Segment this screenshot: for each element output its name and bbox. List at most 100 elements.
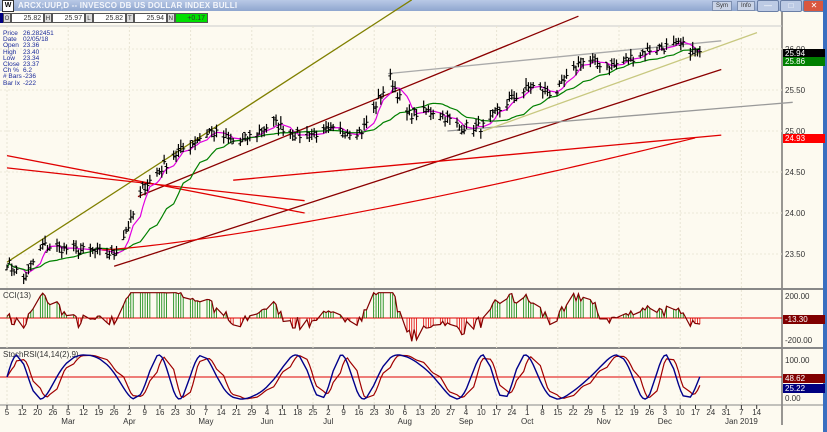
stochrsi-tick-label: 0.00 [785, 394, 801, 403]
price-bar [574, 65, 579, 76]
price-bar [47, 243, 52, 251]
price-bar [640, 49, 645, 56]
month-label: Jun [261, 417, 274, 426]
month-label: Aug [398, 417, 412, 426]
price-tick-label: 24.00 [785, 209, 806, 218]
month-label: Jul [323, 417, 333, 426]
date-tick-label: 12 [18, 408, 27, 417]
date-tick-label: 2 [127, 408, 132, 417]
date-tick-label: 19 [630, 408, 639, 417]
trendline [233, 134, 722, 181]
price-bar [388, 68, 393, 81]
date-tick-label: 23 [370, 408, 379, 417]
cci-tick-label: 200.00 [785, 292, 810, 301]
price-bar [593, 54, 598, 65]
date-tick-label: 26 [48, 408, 57, 417]
month-label: Apr [123, 417, 136, 426]
price-bar [671, 35, 676, 46]
date-tick-label: 29 [247, 408, 256, 417]
price-bar [121, 230, 126, 241]
date-tick-label: 31 [722, 408, 731, 417]
price-bar [440, 110, 445, 120]
price-bar [64, 244, 69, 255]
date-tick-label: 4 [265, 408, 270, 417]
info-box: Price 26.282451 Date 02/05/18 Open 23.36 High 2… [3, 30, 54, 87]
date-tick-label: 21 [232, 408, 241, 417]
date-tick-label: 10 [676, 408, 685, 417]
price-bar [409, 113, 414, 124]
ma-medium-line [6, 47, 700, 271]
price-bar [71, 240, 76, 252]
date-tick-label: 14 [752, 408, 761, 417]
date-tick-label: 2 [326, 408, 331, 417]
ma-slow-line [102, 137, 696, 251]
price-bar [524, 78, 529, 91]
price-bar [297, 131, 302, 144]
date-tick-label: 16 [354, 408, 363, 417]
date-tick-label: 7 [739, 408, 744, 417]
price-bar [74, 240, 79, 254]
date-tick-label: 20 [33, 408, 42, 417]
price-bar [507, 91, 512, 102]
month-label: May [198, 417, 213, 426]
date-tick-label: 17 [691, 408, 700, 417]
month-label: Dec [658, 417, 672, 426]
price-bar [597, 62, 602, 73]
info-label: Bar Ix [3, 79, 20, 87]
price-bar [147, 174, 152, 184]
price-chart[interactable]: 5 12 20 26 5 12 19 26 2 9 16 23 30 7 14 21 29 4 11 18 25 2 9 16… [0, 0, 827, 432]
date-tick-label: 16 [156, 408, 165, 417]
price-bar [7, 257, 12, 265]
price-bar [512, 91, 517, 104]
date-tick-label: 6 [403, 408, 408, 417]
date-tick-label: 26 [645, 408, 654, 417]
price-bar [124, 226, 129, 234]
date-tick-label: 30 [385, 408, 394, 417]
month-label: Jan 2019 [725, 417, 758, 426]
trendline [137, 15, 579, 198]
price-bar [624, 53, 629, 62]
price-bar [447, 113, 452, 125]
price-bar [443, 116, 448, 127]
price-bar [278, 116, 283, 130]
price-bar [564, 68, 569, 79]
price-bar [476, 115, 481, 126]
date-tick-label: 26 [110, 408, 119, 417]
stochrsi-tick-label: 100.00 [785, 356, 810, 365]
info-value: -222 [23, 79, 37, 87]
price-tick-label: 24.50 [785, 168, 806, 177]
date-tick-label: 9 [142, 408, 147, 417]
date-tick-label: 12 [615, 408, 624, 417]
price-bar [157, 167, 162, 176]
date-tick-label: 10 [477, 408, 486, 417]
price-bar [81, 242, 86, 254]
date-tick-label: 9 [341, 408, 346, 417]
date-tick-label: 5 [66, 408, 71, 417]
date-tick-label: 11 [278, 408, 287, 417]
price-bar [595, 57, 600, 69]
price-bar [55, 238, 59, 252]
price-bar [38, 244, 43, 251]
date-tick-label: 13 [416, 408, 425, 417]
date-tick-label: 29 [584, 408, 593, 417]
date-tick-label: 7 [204, 408, 209, 417]
info-row: Bar Ix -222 [3, 79, 54, 87]
price-bar [631, 56, 636, 67]
price-bar [505, 99, 509, 111]
cci-value-marker: -13.30 [783, 315, 825, 325]
price-bar [364, 115, 369, 129]
date-tick-label: 14 [217, 408, 226, 417]
price-bar [645, 42, 650, 52]
price-bar [247, 129, 252, 142]
date-tick-label: 18 [293, 408, 302, 417]
price-bar [571, 60, 576, 71]
cci-line [6, 291, 700, 342]
price-marker: 24.93 [783, 133, 825, 143]
date-tick-label: 12 [79, 408, 88, 417]
price-bar [9, 263, 14, 277]
date-tick-label: 15 [553, 408, 562, 417]
month-label: Nov [597, 417, 611, 426]
month-label: Oct [521, 417, 534, 426]
trendline [113, 68, 722, 267]
price-bar [226, 131, 231, 144]
